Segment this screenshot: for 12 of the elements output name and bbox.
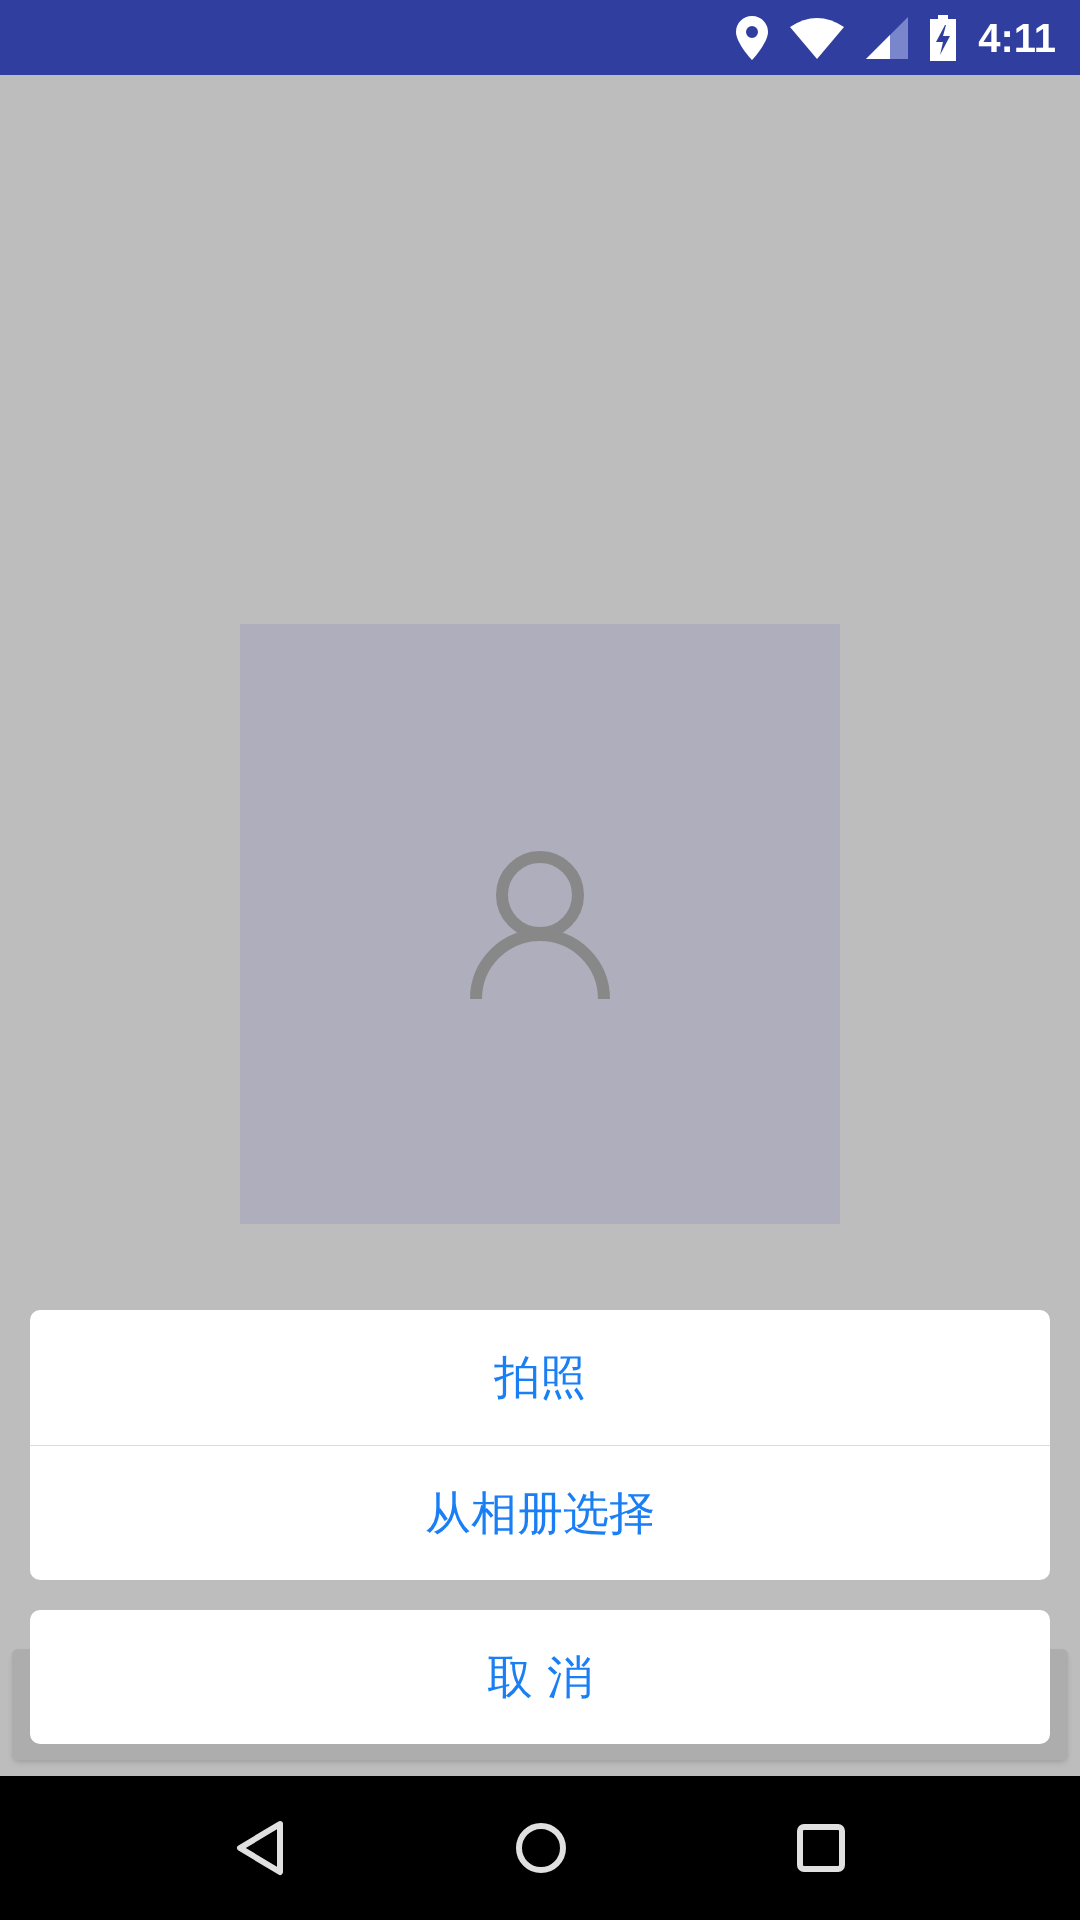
wifi-icon [790,16,845,59]
sheet-option[interactable]: 从相册选择 [30,1445,1050,1580]
recents-icon[interactable] [797,1824,845,1872]
battery-charging-icon [930,14,957,61]
status-time: 4:11 [978,14,1056,62]
signal-icon [866,16,909,59]
location-icon [736,15,769,60]
person-icon [470,849,610,999]
cancel-button[interactable]: 取 消 [30,1610,1050,1744]
sheet-option[interactable]: 拍照 [30,1310,1050,1445]
back-icon[interactable] [235,1820,285,1876]
home-icon[interactable] [515,1822,567,1874]
